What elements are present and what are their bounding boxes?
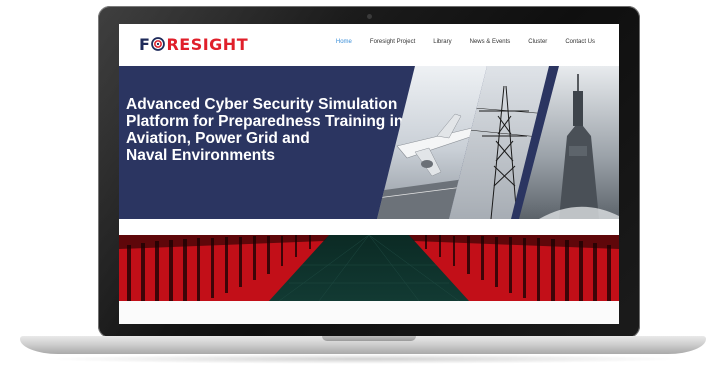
- hero-title-line: Naval Environments: [126, 147, 276, 164]
- nav-contact-us[interactable]: Contact Us: [565, 39, 595, 45]
- site-header: F RESIGHT Home Foresight Project Library…: [119, 24, 619, 66]
- main-nav: Home Foresight Project Library News & Ev…: [336, 39, 595, 45]
- warship-image: [519, 66, 619, 219]
- hero-title-line: Platform for Preparedness Training in: [126, 113, 404, 130]
- nav-library[interactable]: Library: [433, 39, 451, 45]
- hero-title: Advanced Cyber Security Simulation Platf…: [126, 96, 416, 164]
- section-divider: [119, 219, 619, 235]
- hero-title-line: Advanced Cyber Security Simulation: [126, 96, 398, 113]
- nav-news-events[interactable]: News & Events: [470, 39, 511, 45]
- foresight-logo[interactable]: F RESIGHT: [139, 34, 249, 54]
- camera-icon: [367, 14, 372, 19]
- laptop-notch: [322, 336, 416, 341]
- hero-title-line: Aviation, Power Grid and: [126, 130, 310, 147]
- hero-banner: Advanced Cyber Security Simulation Platf…: [119, 66, 619, 219]
- nav-home[interactable]: Home: [336, 39, 352, 45]
- datacenter-image: [119, 235, 619, 301]
- nav-foresight-project[interactable]: Foresight Project: [370, 39, 415, 45]
- logo-prefix: F: [139, 34, 151, 54]
- page-bottom-section: [119, 301, 619, 324]
- logo-suffix: RESIGHT: [166, 34, 249, 54]
- target-icon: [151, 37, 166, 51]
- laptop-screen: F RESIGHT Home Foresight Project Library…: [119, 24, 619, 324]
- nav-cluster[interactable]: Cluster: [528, 39, 547, 45]
- laptop-shadow: [40, 354, 686, 364]
